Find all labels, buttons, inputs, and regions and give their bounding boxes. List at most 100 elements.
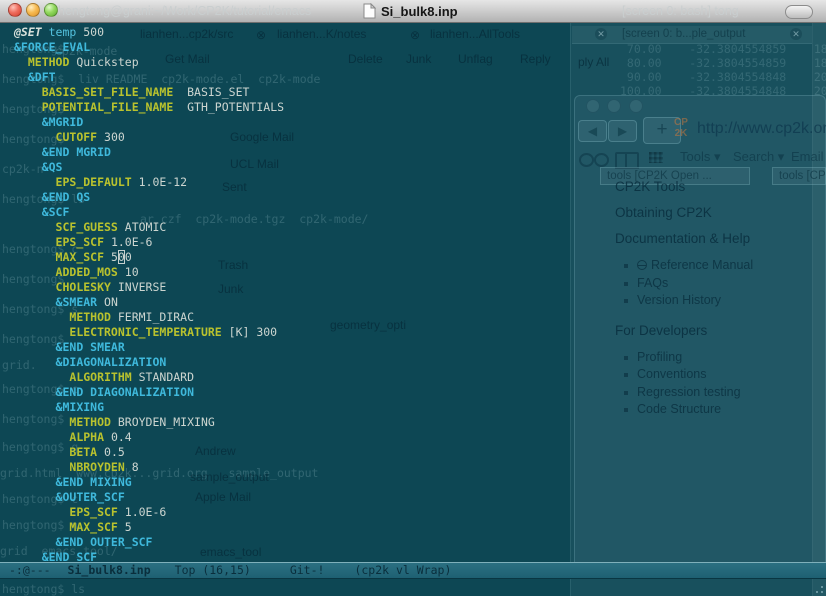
code-line[interactable]: ELECTRONIC_TEMPERATURE [K] 300 bbox=[14, 325, 570, 340]
code-line[interactable]: METHOD Quickstep bbox=[14, 55, 570, 70]
code-token: EPS_DEFAULT bbox=[56, 175, 132, 189]
logo-line: 2K bbox=[675, 128, 688, 139]
code-token: &END MGRID bbox=[42, 145, 111, 159]
code-line[interactable]: &QS bbox=[14, 160, 570, 175]
code-line[interactable]: ALGORITHM STANDARD bbox=[14, 370, 570, 385]
zoom-button[interactable] bbox=[44, 3, 58, 17]
code-line[interactable]: METHOD FERMI_DIRAC bbox=[14, 310, 570, 325]
code-line[interactable]: NBROYDEN 8 bbox=[14, 460, 570, 475]
code-line[interactable]: &END OUTER_SCF bbox=[14, 535, 570, 550]
code-token: GTH_POTENTIALS bbox=[173, 100, 284, 114]
mode-line[interactable]: -:@---Si_bulk8.inpTop (16,15)Git-!(cp2k … bbox=[0, 562, 826, 579]
toolbar-toggle-button[interactable] bbox=[785, 5, 813, 19]
code-token: &MGRID bbox=[42, 115, 84, 129]
background-window-title-ghost: hengtong@grani:~/Work/CP2K/tutorial/emac… bbox=[58, 4, 311, 18]
modeline-modes: (cp2k vl Wrap) bbox=[354, 563, 451, 577]
code-token: 1.0E-6 bbox=[104, 235, 152, 249]
window-title: Si_bulk8.inp bbox=[381, 4, 458, 19]
code-line[interactable]: &END SMEAR bbox=[14, 340, 570, 355]
code-line[interactable]: EPS_DEFAULT 1.0E-12 bbox=[14, 175, 570, 190]
code-line[interactable]: &DIAGONALIZATION bbox=[14, 355, 570, 370]
close-button[interactable] bbox=[8, 3, 22, 17]
code-token: ELECTRONIC_TEMPERATURE bbox=[69, 325, 221, 339]
code-token: 500 bbox=[76, 25, 104, 39]
background-terminal-output: 70.00 -32.3804554859 1880 80.00 -32.3804… bbox=[620, 42, 826, 98]
webpage-heading: For Developers bbox=[615, 323, 825, 338]
webpage-link: Version History bbox=[637, 292, 825, 310]
code-token: &END OUTER_SCF bbox=[56, 535, 153, 549]
webpage-heading: Obtaining CP2K bbox=[615, 205, 825, 220]
code-line[interactable]: &END MIXING bbox=[14, 475, 570, 490]
code-line[interactable]: MAX_SCF 5 bbox=[14, 520, 570, 535]
code-line[interactable]: MAX_SCF 500 bbox=[14, 250, 570, 265]
code-token: &OUTER_SCF bbox=[56, 490, 125, 504]
code-token: 5 bbox=[104, 250, 118, 264]
code-line[interactable]: &MIXING bbox=[14, 400, 570, 415]
code-line[interactable]: &END DIAGONALIZATION bbox=[14, 385, 570, 400]
grid-icon bbox=[649, 152, 663, 163]
document-proxy-icon[interactable] bbox=[363, 3, 376, 19]
resize-grip[interactable] bbox=[812, 582, 823, 593]
code-token: ADDED_MOS bbox=[56, 265, 118, 279]
code-line[interactable]: &END QS bbox=[14, 190, 570, 205]
code-token: 0.4 bbox=[104, 430, 132, 444]
echo-area[interactable] bbox=[0, 580, 826, 596]
code-token: STANDARD bbox=[132, 370, 194, 384]
code-line[interactable]: &DFT bbox=[14, 70, 570, 85]
editor-buffer[interactable]: @SET temp 500&FORCE_EVAL METHOD Quickste… bbox=[0, 23, 570, 562]
browser-forward-button: ▶ bbox=[608, 120, 637, 142]
code-line[interactable]: @SET temp 500 bbox=[14, 25, 570, 40]
code-token: ATOMIC bbox=[118, 220, 166, 234]
code-token: POTENTIAL_FILE_NAME bbox=[42, 100, 174, 114]
browser-back-button: ◀ bbox=[578, 120, 607, 142]
code-token: temp bbox=[42, 25, 77, 39]
code-token: &END QS bbox=[42, 190, 90, 204]
code-line[interactable]: BETA 0.5 bbox=[14, 445, 570, 460]
code-line[interactable]: BASIS_SET_FILE_NAME BASIS_SET bbox=[14, 85, 570, 100]
reader-glasses-icon bbox=[579, 153, 594, 167]
code-line[interactable]: &MGRID bbox=[14, 115, 570, 130]
webpage-heading: Documentation & Help bbox=[615, 231, 825, 246]
code-line[interactable]: ADDED_MOS 10 bbox=[14, 265, 570, 280]
browser-tools-menu: Tools ▾ bbox=[680, 149, 721, 165]
code-token: MAX_SCF bbox=[56, 250, 104, 264]
code-line[interactable]: EPS_SCF 1.0E-6 bbox=[14, 505, 570, 520]
code-line[interactable]: METHOD BROYDEN_MIXING bbox=[14, 415, 570, 430]
code-line[interactable]: EPS_SCF 1.0E-6 bbox=[14, 235, 570, 250]
code-line[interactable]: &END MGRID bbox=[14, 145, 570, 160]
code-token: METHOD bbox=[69, 415, 111, 429]
browser-search-menu: Search ▾ bbox=[733, 149, 784, 165]
code-line[interactable]: &SMEAR ON bbox=[14, 295, 570, 310]
minimize-button[interactable] bbox=[26, 3, 40, 17]
code-token: SCF_GUESS bbox=[56, 220, 118, 234]
code-token: &SCF bbox=[42, 205, 70, 219]
code-token: 1.0E-12 bbox=[132, 175, 187, 189]
code-token: &MIXING bbox=[56, 400, 104, 414]
code-line[interactable]: SCF_GUESS ATOMIC bbox=[14, 220, 570, 235]
code-line[interactable]: &FORCE_EVAL bbox=[14, 40, 570, 55]
modeline-flags: -:@--- bbox=[9, 563, 51, 577]
code-line[interactable]: ALPHA 0.4 bbox=[14, 430, 570, 445]
webpage-link: Code Structure bbox=[637, 401, 825, 419]
code-line[interactable]: &SCF bbox=[14, 205, 570, 220]
code-token: 10 bbox=[118, 265, 139, 279]
code-token: BASIS_SET bbox=[173, 85, 249, 99]
code-token: FERMI_DIRAC bbox=[111, 310, 194, 324]
code-line[interactable]: CUTOFF 300 bbox=[14, 130, 570, 145]
code-token: @SET bbox=[14, 25, 42, 39]
code-token: BROYDEN_MIXING bbox=[111, 415, 215, 429]
code-line[interactable]: POTENTIAL_FILE_NAME GTH_POTENTIALS bbox=[14, 100, 570, 115]
code-token: EPS_SCF bbox=[69, 505, 117, 519]
modeline-vcs-status: Git-! bbox=[290, 563, 325, 577]
code-token: &END MIXING bbox=[56, 475, 132, 489]
code-token: 300 bbox=[97, 130, 125, 144]
webpage-link: FAQs bbox=[637, 275, 825, 293]
modeline-position: Top (16,15) bbox=[175, 563, 251, 577]
code-token: 1.0E-6 bbox=[118, 505, 166, 519]
code-line[interactable]: CHOLESKY INVERSE bbox=[14, 280, 570, 295]
webpage-link: Regression testing bbox=[637, 384, 825, 402]
title-bar[interactable]: hengtong@grani:~/Work/CP2K/tutorial/emac… bbox=[0, 0, 826, 23]
webpage-link: Profiling bbox=[637, 349, 825, 367]
code-line[interactable]: &OUTER_SCF bbox=[14, 490, 570, 505]
code-token: 0.5 bbox=[97, 445, 125, 459]
